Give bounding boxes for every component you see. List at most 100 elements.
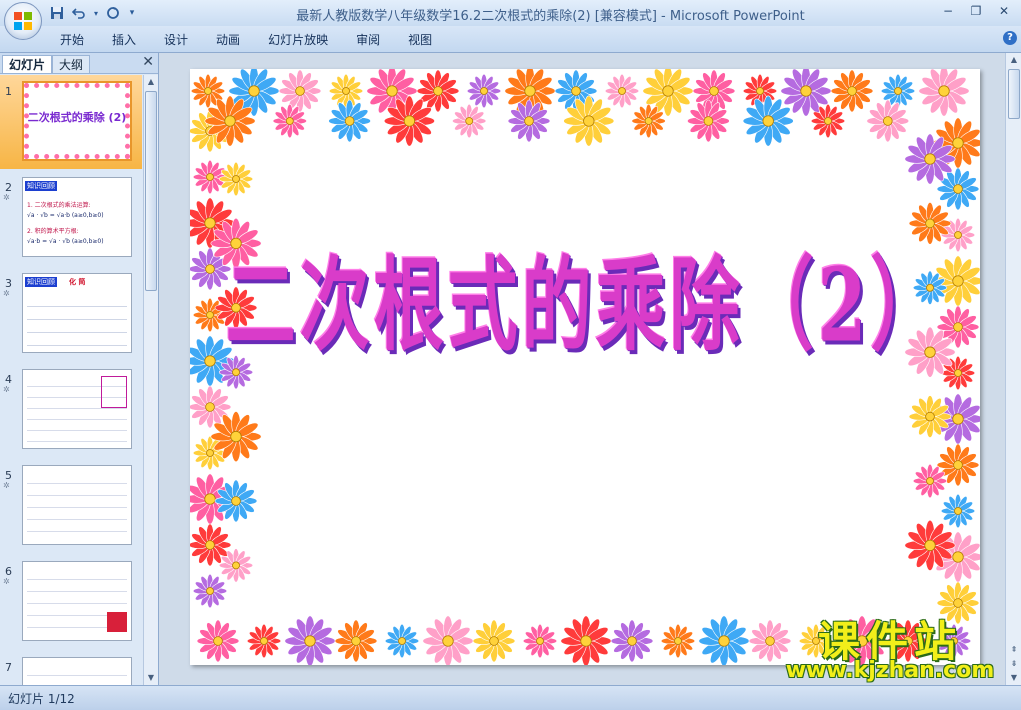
- ribbon: 开始 插入 设计 动画 幻灯片放映 审阅 视图 ?: [0, 26, 1021, 53]
- flower-icon: [472, 619, 516, 663]
- flower-icon: [918, 69, 970, 117]
- help-icon[interactable]: ?: [1003, 31, 1017, 45]
- scrollbar-thumb[interactable]: [1008, 69, 1020, 119]
- flower-icon: [422, 615, 474, 665]
- customize-toolbar-icon[interactable]: ▾: [126, 4, 138, 22]
- flower-icon: [416, 69, 460, 113]
- flower-icon: [334, 619, 378, 663]
- thumbnail-highlight-box: [107, 612, 127, 632]
- tab-animations[interactable]: 动画: [202, 31, 254, 49]
- thumbnail-formula-lines: [27, 294, 127, 346]
- slide-thumbnail[interactable]: [22, 465, 132, 545]
- slide-editor: 二次根式的乘除（2）: [159, 53, 1005, 685]
- watermark-url: www.kjzhan.com: [785, 658, 995, 683]
- flower-icon: [604, 73, 640, 109]
- slide-pane: 幻灯片 大纲 ✕ 1 二次根式的乘除 (2) 2 ✲ 知识回顾 1. 二次根式的…: [0, 53, 159, 685]
- flower-icon: [940, 493, 976, 529]
- flower-icon: [466, 73, 502, 109]
- redo-icon[interactable]: [104, 4, 122, 22]
- thumbnail-text: 1. 二次根式的乘法运算:: [27, 202, 91, 209]
- flower-icon: [284, 615, 336, 665]
- flower-icon: [328, 73, 364, 109]
- flower-icon: [522, 623, 558, 659]
- restore-button[interactable]: ❐: [963, 2, 989, 20]
- thumbnail-formula-lines: [27, 664, 127, 685]
- thumbnail-formula-lines: [27, 472, 127, 538]
- slide-thumbnail-row[interactable]: 5 ✲: [0, 459, 142, 553]
- slide-thumbnail-row[interactable]: 6 ✲: [0, 555, 142, 649]
- thumbnail-title: 二次根式的乘除 (2): [27, 111, 127, 124]
- tab-design[interactable]: 设计: [150, 31, 202, 49]
- thumbnail-text: √a · √b = √a·b (a≥0,b≥0): [27, 212, 104, 219]
- quick-access-toolbar: ▾ ▾: [48, 3, 138, 23]
- status-bar: 幻灯片 1/12: [0, 685, 1021, 710]
- office-logo-icon: [14, 12, 32, 30]
- thumbnail-title: 知识回顾: [25, 181, 57, 191]
- slide-thumbnail-row[interactable]: 1 二次根式的乘除 (2): [0, 75, 142, 169]
- slide-thumbnail-row[interactable]: 2 ✲ 知识回顾 1. 二次根式的乘法运算: √a · √b = √a·b (a…: [0, 171, 142, 265]
- animation-icon: ✲: [3, 193, 10, 202]
- flower-icon: [912, 463, 948, 499]
- window-controls: − ❐ ✕: [935, 2, 1017, 20]
- slide-thumbnail-row[interactable]: 3 ✲ 知识回顾 化 简: [0, 267, 142, 361]
- slide-thumbnail[interactable]: [22, 657, 132, 685]
- tab-home[interactable]: 开始: [46, 31, 98, 49]
- flower-icon: [218, 161, 254, 197]
- animation-icon: ✲: [3, 481, 10, 490]
- flower-icon: [278, 69, 322, 113]
- scrollbar-thumb[interactable]: [145, 91, 157, 291]
- close-button[interactable]: ✕: [991, 2, 1017, 20]
- flower-icon: [610, 619, 654, 663]
- slide-thumbnail[interactable]: [22, 561, 132, 641]
- slide-title[interactable]: 二次根式的乘除（2）: [190, 224, 980, 370]
- flower-icon: [560, 615, 612, 665]
- slide-pane-scrollbar[interactable]: ▲ ▼: [143, 75, 158, 685]
- flower-icon: [698, 615, 750, 665]
- animation-icon: ✲: [3, 385, 10, 394]
- chevron-down-icon[interactable]: ▾: [92, 4, 100, 22]
- slide-thumbnail[interactable]: 二次根式的乘除 (2): [22, 81, 132, 161]
- thumbnail-highlight-box: [101, 376, 127, 408]
- title-bar: ▾ ▾ 最新人教版数学八年级数学16.2二次根式的乘除(2) [兼容模式] - …: [0, 0, 1021, 26]
- close-pane-icon[interactable]: ✕: [142, 54, 154, 70]
- slide-pane-tabs: 幻灯片 大纲 ✕: [0, 53, 158, 74]
- slide-number: 7: [5, 661, 12, 674]
- flower-icon: [452, 103, 487, 139]
- flower-icon: [246, 623, 282, 659]
- scroll-up-icon[interactable]: ▲: [144, 75, 158, 89]
- tab-slides[interactable]: 幻灯片: [2, 55, 53, 73]
- slide-thumbnail-row[interactable]: 4 ✲: [0, 363, 142, 457]
- animation-icon: ✲: [3, 289, 10, 298]
- flower-icon: [866, 99, 910, 143]
- scroll-up-icon[interactable]: ▲: [1006, 53, 1021, 67]
- ribbon-tabs: 开始 插入 设计 动画 幻灯片放映 审阅 视图: [46, 31, 446, 49]
- window-title: 最新人教版数学八年级数学16.2二次根式的乘除(2) [兼容模式] - Micr…: [296, 9, 805, 24]
- thumbnail-subtitle: 化 简: [69, 278, 86, 286]
- tab-insert[interactable]: 插入: [98, 31, 150, 49]
- minimize-button[interactable]: −: [935, 2, 961, 20]
- tab-view[interactable]: 视图: [394, 31, 446, 49]
- scroll-down-icon[interactable]: ▼: [144, 671, 158, 685]
- tab-outline[interactable]: 大纲: [52, 55, 91, 73]
- office-button[interactable]: [4, 2, 42, 40]
- flower-icon: [192, 573, 228, 609]
- slide-number: 1: [5, 85, 12, 98]
- flower-icon: [830, 69, 874, 113]
- slide-thumbnail[interactable]: [22, 369, 132, 449]
- tab-slide-show[interactable]: 幻灯片放映: [254, 31, 342, 49]
- undo-icon[interactable]: [70, 4, 88, 22]
- slide-thumbnail-list: 1 二次根式的乘除 (2) 2 ✲ 知识回顾 1. 二次根式的乘法运算: √a …: [0, 75, 142, 685]
- slide-counter: 幻灯片 1/12: [8, 692, 75, 706]
- slide-thumbnail[interactable]: 知识回顾 1. 二次根式的乘法运算: √a · √b = √a·b (a≥0,b…: [22, 177, 132, 257]
- flower-icon: [328, 99, 371, 143]
- save-icon[interactable]: [48, 4, 66, 22]
- slide-thumbnail-row[interactable]: 7: [0, 651, 142, 685]
- slide-canvas[interactable]: 二次根式的乘除（2）: [190, 69, 980, 665]
- flower-icon: [660, 623, 696, 659]
- flower-icon: [384, 623, 420, 659]
- tab-review[interactable]: 审阅: [342, 31, 394, 49]
- flower-icon: [196, 619, 240, 663]
- slide-thumbnail[interactable]: 知识回顾 化 简: [22, 273, 132, 353]
- thumbnail-text: 2. 积的算术平方根:: [27, 228, 79, 235]
- editor-vertical-scrollbar[interactable]: ▲ ⇞ ⇟ ▼: [1005, 53, 1021, 685]
